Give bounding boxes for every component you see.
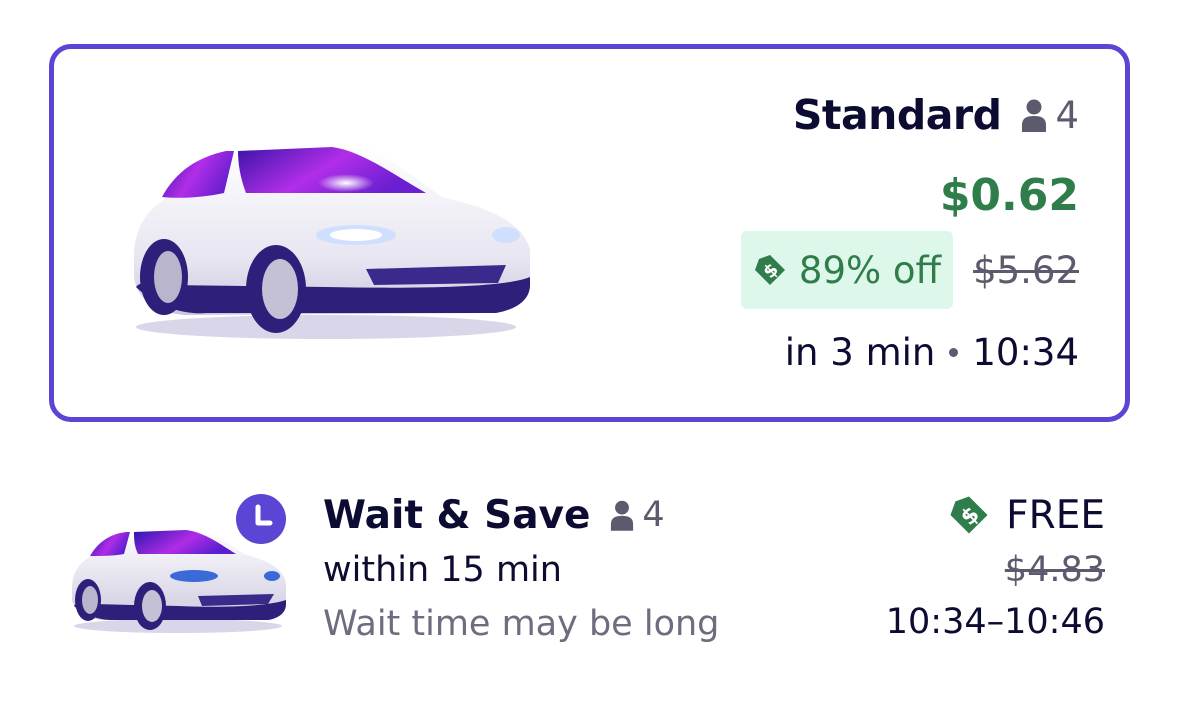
price-tag-icon: $	[950, 496, 988, 534]
ride-option-standard[interactable]: Standard 4 $0.62 $ 89% off $5.62 in 3 mi…	[49, 44, 1130, 422]
car-image-standard	[134, 143, 530, 339]
seat-count: 4	[1055, 93, 1079, 137]
arrival-time: 10:34	[972, 331, 1079, 374]
free-row: $ FREE	[886, 488, 1105, 542]
discount-badge: $ 89% off	[740, 231, 954, 309]
original-price: $5.62	[973, 248, 1079, 292]
eta-row: in 3 min 10:34	[741, 331, 1079, 374]
original-price: $4.83	[1004, 550, 1105, 590]
separator-dot	[949, 348, 959, 357]
ride-price: $0.62	[939, 170, 1079, 221]
price-tag-icon: $	[754, 255, 785, 285]
pickup-window: within 15 min	[323, 550, 562, 590]
ride-option-wait-save[interactable]: Wait & Save 4 within 15 min Wait time ma…	[0, 470, 1179, 670]
seat-count: 4	[642, 495, 665, 535]
discount-text: 89% off	[798, 248, 942, 292]
person-icon	[611, 500, 634, 531]
clock-icon	[232, 490, 290, 548]
standard-details: Standard 4 $0.62 $ 89% off $5.62 in 3 mi…	[740, 85, 1079, 374]
pickup-eta: in 3 min	[784, 331, 936, 374]
seat-capacity: 4	[610, 495, 665, 535]
standard-title-row: Standard 4	[741, 85, 1079, 145]
wait-save-pricing: $ FREE $4.83 10:34–10:46	[886, 488, 1105, 650]
arrival-window: 10:34–10:46	[885, 602, 1105, 642]
seat-capacity: 4	[1021, 94, 1079, 137]
ride-title: Wait & Save	[323, 492, 591, 538]
wait-save-details: Wait & Save 4 within 15 min Wait time ma…	[323, 488, 719, 652]
ride-price: FREE	[1006, 492, 1105, 538]
wait-save-title-row: Wait & Save 4	[323, 488, 719, 542]
ride-title: Standard	[792, 91, 1002, 139]
person-icon	[1022, 99, 1047, 132]
discount-row: $ 89% off $5.62	[740, 231, 1079, 309]
wait-note: Wait time may be long	[323, 604, 720, 644]
